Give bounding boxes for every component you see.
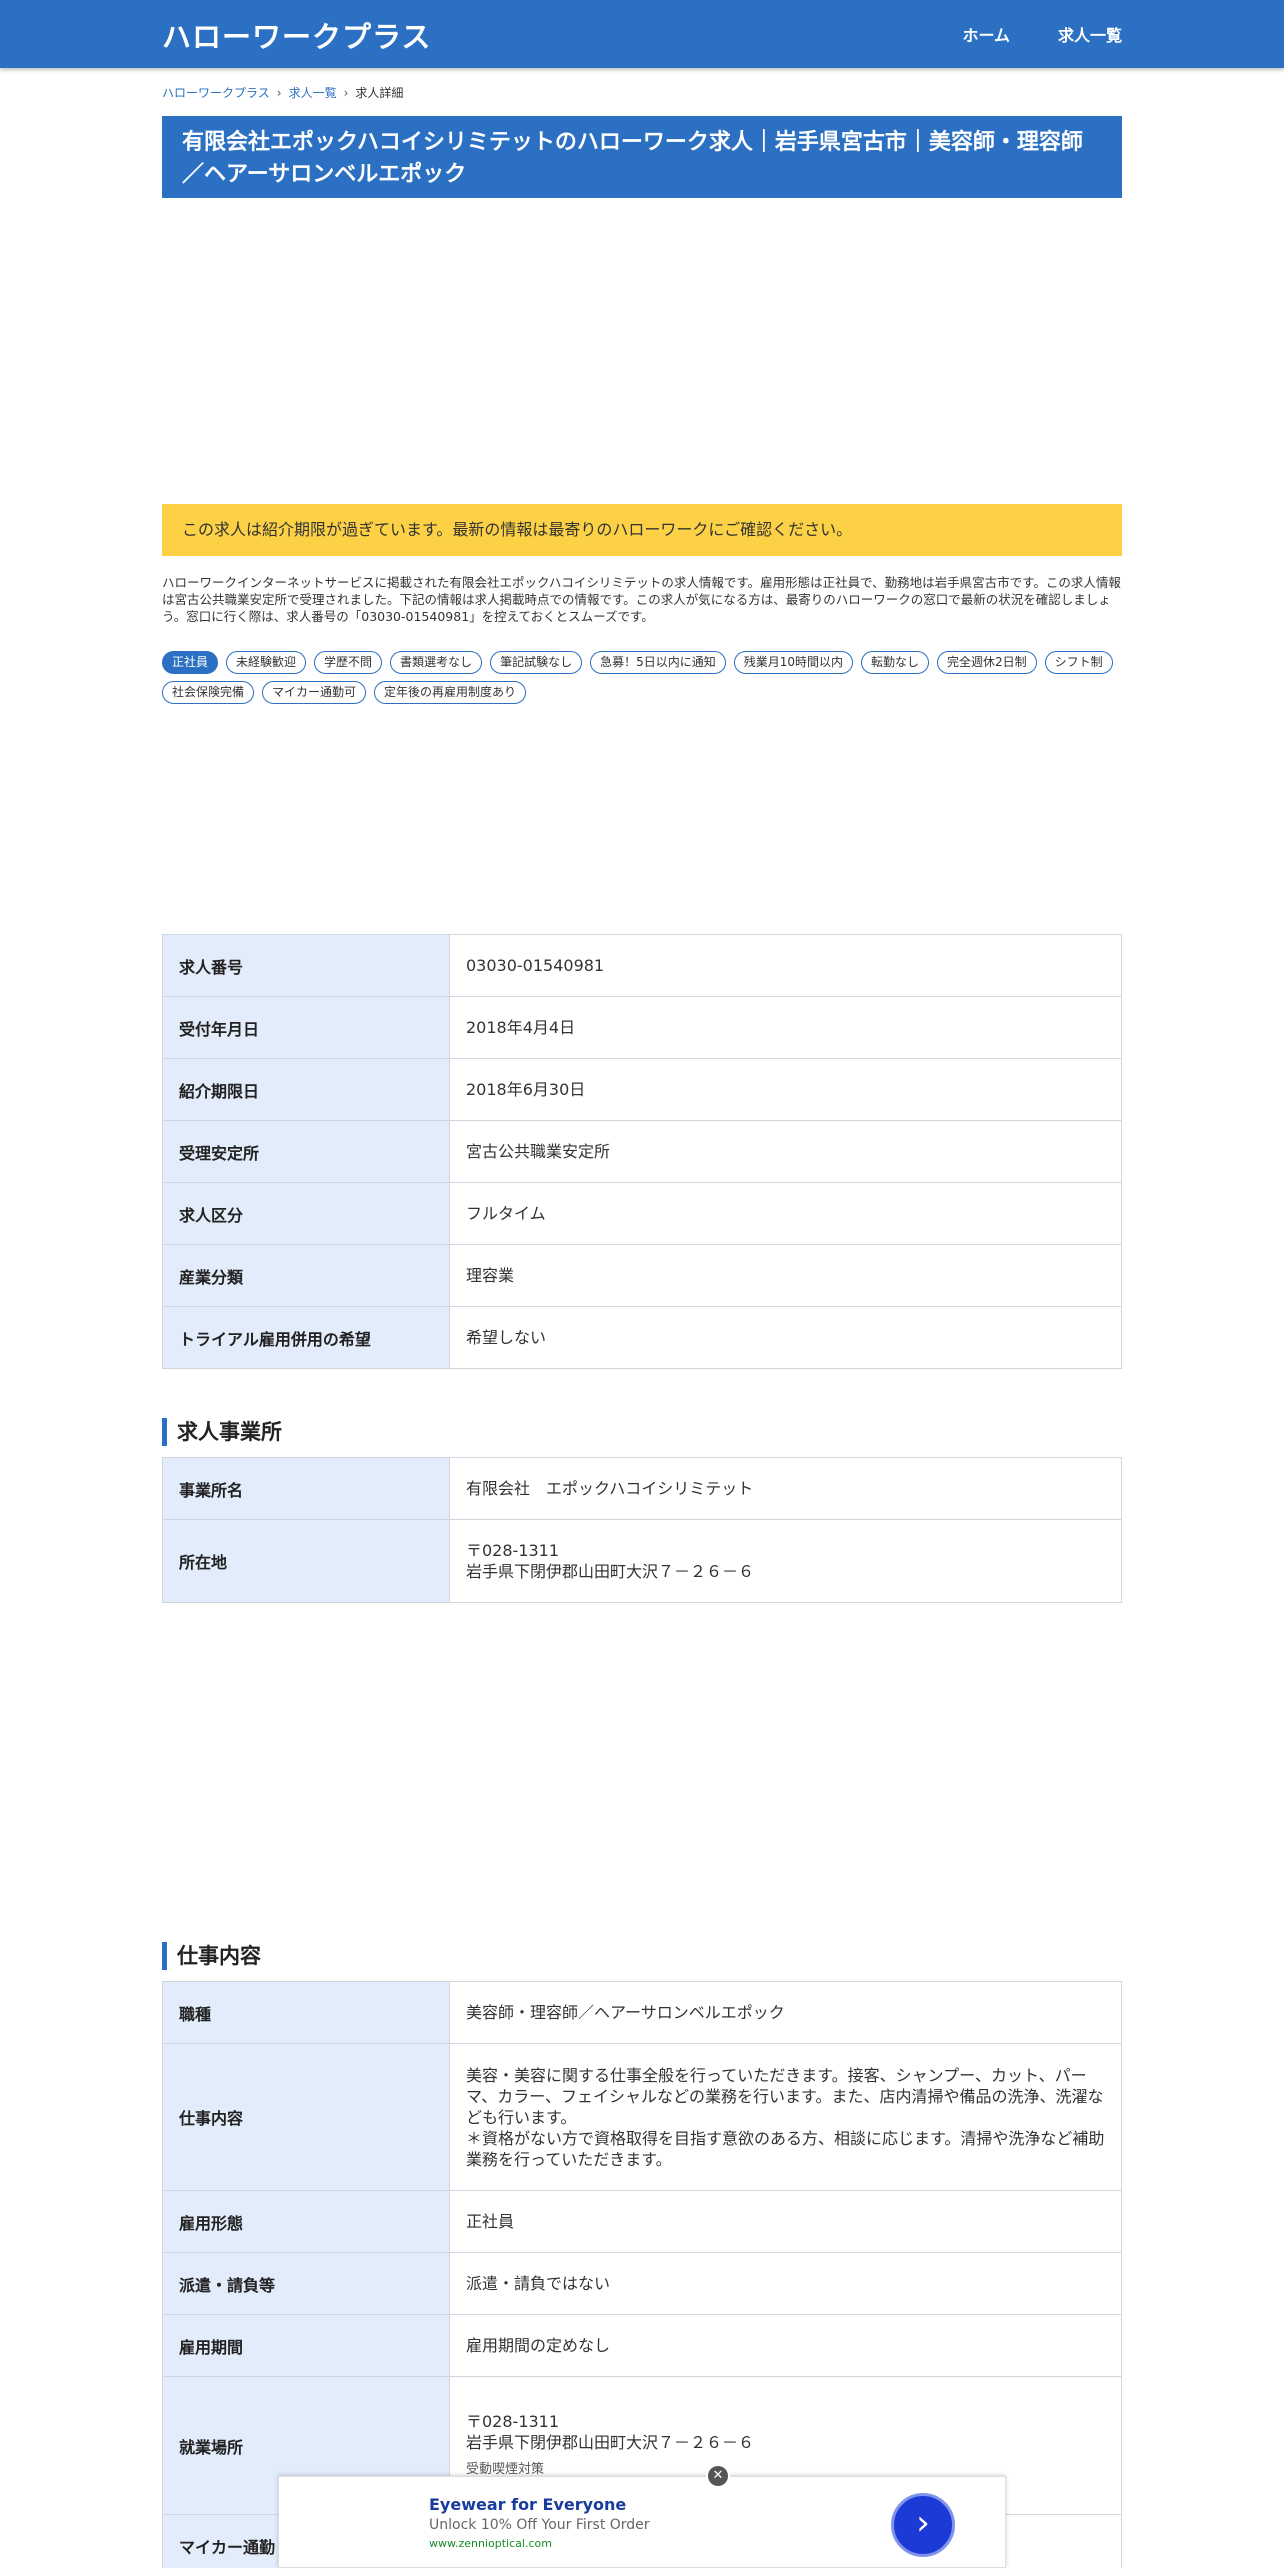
address: 岩手県下閉伊郡山田町大沢７－２６－６ — [466, 2433, 755, 2452]
job-content-line: ＊資格がない方で資格取得を目指す意欲のある方、相談に応じます。清掃や洗浄など補助… — [466, 2128, 1105, 2169]
row-label: トライアル雇用併用の希望 — [162, 1306, 450, 1369]
site-title[interactable]: ハローワークプラス — [162, 14, 431, 56]
row-value: 希望しない — [449, 1306, 1122, 1369]
table-row: 雇用期間 雇用期間の定めなし — [162, 2314, 1122, 2377]
row-value: 03030-01540981 — [449, 934, 1122, 997]
row-label: 求人区分 — [162, 1182, 450, 1245]
tag[interactable]: シフト制 — [1044, 651, 1113, 674]
row-value: 宮古公共職業安定所 — [449, 1120, 1122, 1183]
address: 岩手県下閉伊郡山田町大沢７－２６－６ — [466, 1562, 755, 1581]
row-label: 求人番号 — [162, 934, 450, 997]
row-value: 美容師・理容師／ヘアーサロンベルエポック — [449, 1981, 1122, 2044]
table-row: 求人番号 03030-01540981 — [162, 934, 1122, 997]
table-row: 紹介期限日 2018年6月30日 — [162, 1058, 1122, 1121]
table-row: 職種 美容師・理容師／ヘアーサロンベルエポック — [162, 1981, 1122, 2044]
row-label: 所在地 — [162, 1519, 450, 1603]
table-row: 派遣・請負等 派遣・請負ではない — [162, 2252, 1122, 2315]
row-value: 有限会社 エポックハコイシリミテット — [449, 1457, 1122, 1520]
row-value: 雇用期間の定めなし — [449, 2314, 1122, 2377]
tag[interactable]: 書類選考なし — [390, 651, 483, 674]
main-nav: ホーム 求人一覧 — [962, 22, 1122, 46]
row-value: 派遣・請負ではない — [449, 2252, 1122, 2315]
site-header: ハローワークプラス ホーム 求人一覧 — [0, 0, 1284, 68]
tag[interactable]: 社会保険完備 — [162, 681, 255, 704]
sticky-ad-banner[interactable]: Eyewear for Everyone Unlock 10% Off Your… — [278, 2476, 1006, 2568]
tag[interactable]: 筆記試験なし — [490, 651, 583, 674]
ad-url[interactable]: www.zennioptical.com — [429, 2537, 552, 2550]
row-label: 事業所名 — [162, 1457, 450, 1520]
breadcrumb-home[interactable]: ハローワークプラス — [162, 84, 270, 101]
row-value: 〒028-1311 岩手県下閉伊郡山田町大沢７－２６－６ — [449, 1519, 1122, 1603]
row-label: 職種 — [162, 1981, 450, 2044]
tag[interactable]: 残業月10時間以内 — [733, 651, 853, 674]
table-row: 産業分類 理容業 — [162, 1244, 1122, 1307]
breadcrumb-job-list[interactable]: 求人一覧 — [289, 84, 337, 101]
table-row: 雇用形態 正社員 — [162, 2190, 1122, 2253]
tag[interactable]: 完全週休2日制 — [937, 651, 1037, 674]
row-label: 雇用期間 — [162, 2314, 450, 2377]
basic-info-table: 求人番号 03030-01540981 受付年月日 2018年4月4日 紹介期限日 2… — [162, 934, 1122, 1369]
row-value: 美容・美容に関する仕事全般を行っていただきます。接客、シャンプー、カット、パーマ… — [449, 2043, 1122, 2191]
close-icon[interactable]: ✕ — [708, 2466, 728, 2486]
row-value: 正社員 — [449, 2190, 1122, 2253]
ad-subtitle: Unlock 10% Off Your First Order — [429, 2517, 650, 2533]
table-row: 受付年月日 2018年4月4日 — [162, 996, 1122, 1059]
row-label: 派遣・請負等 — [162, 2252, 450, 2315]
tag[interactable]: マイカー通勤可 — [262, 681, 367, 704]
breadcrumb: ハローワークプラス › 求人一覧 › 求人詳細 — [162, 84, 1122, 101]
postal-code: 〒028-1311 — [466, 2412, 560, 2431]
nav-job-list[interactable]: 求人一覧 — [1058, 22, 1122, 46]
nav-home[interactable]: ホーム — [962, 22, 1010, 46]
row-label: 産業分類 — [162, 1244, 450, 1307]
table-row: 所在地 〒028-1311 岩手県下閉伊郡山田町大沢７－２６－６ — [162, 1519, 1122, 1603]
postal-code: 〒028-1311 — [466, 1541, 560, 1560]
office-table: 事業所名 有限会社 エポックハコイシリミテット 所在地 〒028-1311 岩手… — [162, 1457, 1122, 1603]
section-title-office: 求人事業所 — [162, 1418, 1122, 1446]
tag[interactable]: 急募！5日以内に通知 — [590, 651, 726, 674]
chevron-right-icon[interactable]: › — [891, 2493, 955, 2557]
job-description-summary: ハローワークインターネットサービスに掲載された有限会社エポックハコイシリミテット… — [162, 575, 1121, 624]
tag[interactable]: 定年後の再雇用制度あり — [374, 681, 527, 704]
tag[interactable]: 学歴不問 — [314, 651, 383, 674]
section-title-job: 仕事内容 — [162, 1942, 1122, 1970]
job-content-line: 美容・美容に関する仕事全般を行っていただきます。接客、シャンプー、カット、パーマ… — [466, 2065, 1104, 2127]
row-value: フルタイム — [449, 1182, 1122, 1245]
tag[interactable]: 転勤なし — [861, 651, 930, 674]
feature-tags: 正社員 未経験歓迎 学歴不問 書類選考なし 筆記試験なし 急募！5日以内に通知 … — [162, 651, 1122, 704]
row-label: 雇用形態 — [162, 2190, 450, 2253]
row-value: 2018年6月30日 — [449, 1058, 1122, 1121]
breadcrumb-current: 求人詳細 — [355, 86, 404, 100]
row-label: 受付年月日 — [162, 996, 450, 1059]
row-value: 2018年4月4日 — [449, 996, 1122, 1059]
expired-notice: この求人は紹介期限が過ぎています。最新の情報は最寄りのハローワークにご確認くださ… — [162, 504, 1122, 556]
table-row: トライアル雇用併用の希望 希望しない — [162, 1306, 1122, 1369]
tag[interactable]: 正社員 — [162, 651, 219, 674]
table-row: 求人区分 フルタイム — [162, 1182, 1122, 1245]
table-row: 受理安定所 宮古公共職業安定所 — [162, 1120, 1122, 1183]
breadcrumb-separator: › — [343, 85, 349, 100]
table-row: 事業所名 有限会社 エポックハコイシリミテット — [162, 1457, 1122, 1520]
row-label: 受理安定所 — [162, 1120, 450, 1183]
table-row: 仕事内容 美容・美容に関する仕事全般を行っていただきます。接客、シャンプー、カッ… — [162, 2043, 1122, 2191]
row-label: 紹介期限日 — [162, 1058, 450, 1121]
ad-title[interactable]: Eyewear for Everyone — [429, 2495, 626, 2514]
breadcrumb-separator: › — [276, 85, 282, 100]
row-label: 仕事内容 — [162, 2043, 450, 2191]
row-value: 理容業 — [449, 1244, 1122, 1307]
page-title: 有限会社エポックハコイシリミテットのハローワーク求人｜岩手県宮古市｜美容師・理容… — [162, 116, 1122, 198]
tag[interactable]: 未経験歓迎 — [226, 651, 307, 674]
